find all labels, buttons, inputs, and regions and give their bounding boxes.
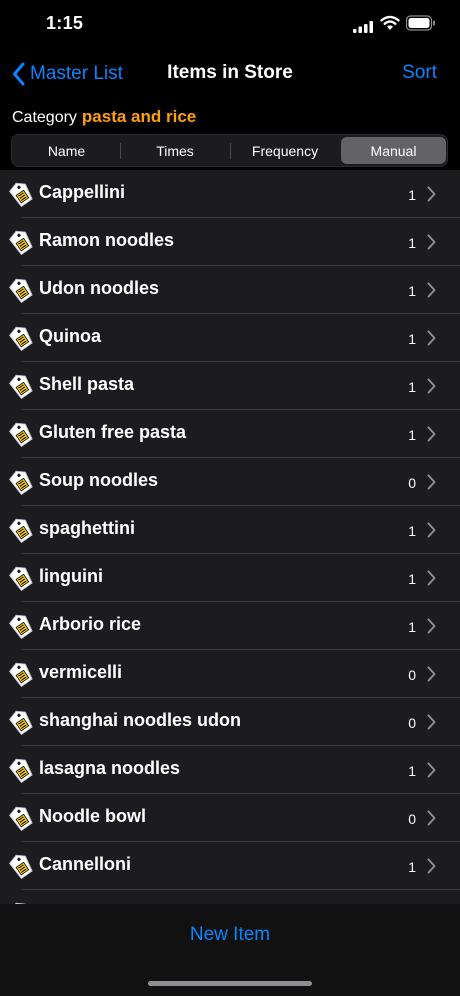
bottom-toolbar: New Item [0,904,460,996]
price-tag-icon [7,612,33,645]
chevron-right-icon [427,570,436,591]
chevron-right-icon [427,330,436,351]
chevron-right-icon [427,474,436,495]
chevron-right-icon [427,186,436,207]
list-item[interactable]: Gluten free pasta 1 [0,410,460,458]
price-tag-icon [7,228,33,261]
segment-times[interactable]: Times [121,137,229,164]
chevron-right-icon [427,858,436,879]
page-title: Items in Store [167,62,293,83]
list-item[interactable]: Noodle bowl 0 [0,794,460,842]
category-value: pasta and rice [81,107,197,126]
chevron-right-icon [427,666,436,687]
item-name: Cappellini [39,182,126,202]
segment-frequency[interactable]: Frequency [231,137,339,164]
chevron-right-icon [427,810,436,831]
list-item[interactable]: Udon noodles 1 [0,266,460,314]
item-count: 1 [408,235,416,251]
status-time: 1:15 [46,13,84,33]
chevron-right-icon [427,762,436,783]
status-bar: 1:15 [0,0,460,50]
list-item[interactable]: shanghai noodles udon 0 [0,698,460,746]
item-name: Soup noodles [39,470,158,490]
list-item[interactable]: Quinoa 1 [0,314,460,362]
list-item[interactable]: linguini 1 [0,554,460,602]
list-item[interactable]: spaghettini 1 [0,506,460,554]
item-count: 1 [408,187,416,203]
segment-name[interactable]: Name [14,137,119,164]
segment-manual[interactable]: Manual [341,137,446,164]
list-item[interactable]: Shell pasta 1 [0,362,460,410]
navigation-bar: Master List Items in Store Sort [0,50,460,98]
item-count: 1 [408,523,416,539]
item-count: 1 [408,331,416,347]
wifi-icon [380,15,400,30]
new-item-button[interactable]: New Item [0,924,460,946]
price-tag-icon [7,420,33,453]
item-name: Quinoa [39,326,101,346]
chevron-right-icon [427,282,436,303]
item-name: shanghai noodles udon [39,710,241,730]
price-tag-icon [7,564,33,597]
price-tag-icon [7,180,33,213]
item-count: 1 [408,763,416,779]
chevron-right-icon [427,234,436,255]
item-name: linguini [39,566,103,586]
item-count: 1 [408,379,416,395]
chevron-right-icon [427,378,436,399]
item-count: 0 [408,667,416,683]
item-count: 1 [408,619,416,635]
item-name: Shell pasta [39,374,135,394]
list-item[interactable]: Ramon noodles 1 [0,218,460,266]
item-name: Gluten free pasta [39,422,187,442]
list-item[interactable]: Soup noodles 0 [0,458,460,506]
list-item[interactable]: vermicelli 0 [0,650,460,698]
chevron-right-icon [427,618,436,639]
chevron-right-icon [427,522,436,543]
chevron-right-icon [427,426,436,447]
item-count: 0 [408,475,416,491]
battery-icon [406,15,435,31]
item-count: 0 [408,715,416,731]
list-item[interactable]: Cannelloni 1 [0,842,460,890]
list-item[interactable]: lasagna noodles 1 [0,746,460,794]
item-name: Noodle bowl [39,806,146,826]
price-tag-icon [7,708,33,741]
item-count: 1 [408,859,416,875]
price-tag-icon [7,660,33,693]
home-indicator [148,981,312,986]
item-name: spaghettini [39,518,136,538]
item-list[interactable]: Cappellini 1 Ramon noodles 1 Udon noodles 1 Qu… [0,170,460,904]
list-item[interactable] [0,890,460,904]
category-label: Category [12,109,77,126]
list-item[interactable]: Arborio rice 1 [0,602,460,650]
item-name: Ramon noodles [39,230,175,250]
item-count: 0 [408,811,416,827]
item-name: Arborio rice [39,614,142,634]
chevron-right-icon [427,714,436,735]
price-tag-icon [7,276,33,309]
price-tag-icon [7,756,33,789]
item-name: lasagna noodles [39,758,181,778]
price-tag-icon [7,852,33,885]
item-count: 1 [408,427,416,443]
price-tag-icon [7,468,33,501]
item-count: 1 [408,571,416,587]
list-item[interactable]: Cappellini 1 [0,170,460,218]
item-name: Cannelloni [39,854,132,874]
price-tag-icon [7,324,33,357]
price-tag-icon [7,372,33,405]
cellular-signal-icon [353,21,373,33]
price-tag-icon [7,804,33,837]
category-line: Category pasta and rice [12,107,196,127]
price-tag-icon [7,516,33,549]
item-count: 1 [408,283,416,299]
sort-button[interactable]: Sort [402,62,437,84]
item-name: vermicelli [39,662,123,682]
item-name: Udon noodles [39,278,159,298]
sort-segmented-control: Name Times Frequency Manual [11,134,448,167]
